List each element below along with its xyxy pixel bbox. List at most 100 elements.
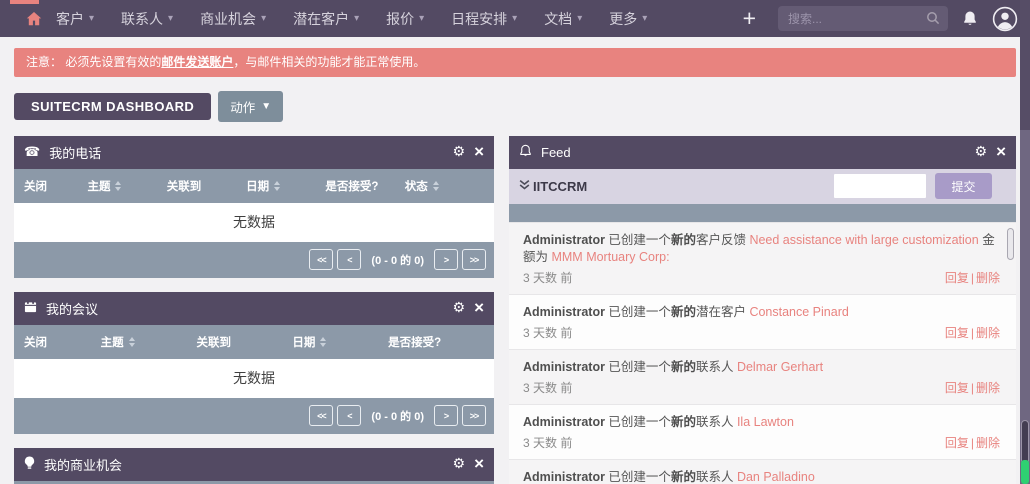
gear-icon[interactable]: ⚙: [453, 145, 466, 159]
notifications-button[interactable]: [962, 10, 978, 27]
column-header-row: 关闭主题关联到日期是否接受?: [14, 325, 494, 359]
feed-entry-meta: 3 天数 前回复|删除: [523, 324, 1000, 341]
feed-entry: Administrator 已创建一个新的联系人 Delmar Gerhart3…: [509, 349, 1016, 404]
feed-record-link[interactable]: Need assistance with large customization: [749, 233, 978, 247]
feed-entry-text: Administrator 已创建一个新的联系人 Ila Lawton: [523, 414, 1000, 431]
pager-prev-button[interactable]: <: [337, 249, 361, 270]
feed-record-link[interactable]: Constance Pinard: [749, 305, 848, 319]
close-icon[interactable]: ×: [996, 143, 1006, 160]
sort-icon[interactable]: [274, 181, 280, 191]
page-scrollbar-thumb[interactable]: [1021, 420, 1029, 464]
feed-action-separator: |: [971, 271, 974, 285]
feed-action-separator: |: [971, 381, 974, 395]
nav-item-calendar[interactable]: 日程安排▾: [451, 9, 517, 29]
pager-prev-button[interactable]: <: [337, 405, 361, 426]
gear-icon[interactable]: ⚙: [453, 301, 466, 315]
feed-reply-link[interactable]: 回复: [945, 381, 969, 395]
pager-first-button[interactable]: <<: [309, 405, 333, 426]
email-settings-link[interactable]: 邮件发送账户: [161, 55, 233, 69]
actions-button[interactable]: 动作 ▼: [218, 91, 283, 122]
bell-icon: [519, 144, 532, 161]
pager-next-button[interactable]: >: [434, 405, 458, 426]
sort-icon[interactable]: [129, 337, 135, 347]
column-header[interactable]: 是否接受?: [388, 334, 484, 350]
sort-icon[interactable]: [115, 181, 121, 191]
feed-group-toggle[interactable]: IITCCRM: [519, 179, 587, 194]
dashboard-title-button[interactable]: SUITECRM DASHBOARD: [14, 93, 211, 120]
nav-item-label: 日程安排: [451, 9, 507, 29]
nav-item-documents[interactable]: 文档▾: [544, 9, 582, 29]
feed-entry: Administrator 已创建一个新的客户反馈 Need assistanc…: [509, 222, 1016, 294]
user-menu-button[interactable]: [992, 6, 1018, 32]
pager-count: (0 - 0 的 0): [371, 408, 424, 424]
column-header[interactable]: 日期: [292, 334, 388, 350]
search-input[interactable]: [778, 6, 948, 31]
column-header[interactable]: 关联到: [197, 334, 293, 350]
search-icon[interactable]: [926, 11, 940, 25]
chevron-down-icon: ▾: [89, 13, 94, 24]
pager-first-button[interactable]: <<: [309, 249, 333, 270]
feed-submit-button[interactable]: 提交: [935, 173, 992, 199]
close-icon[interactable]: ×: [474, 143, 484, 160]
feed-record-link[interactable]: Dan Palladino: [737, 470, 815, 484]
column-header[interactable]: 状态: [405, 178, 484, 194]
feed-record-link[interactable]: Delmar Gerhart: [737, 360, 823, 374]
feed-entry-text: Administrator 已创建一个新的客户反馈 Need assistanc…: [523, 232, 1000, 266]
chevron-down-icon: ▾: [261, 13, 266, 24]
pager-last-button[interactable]: >>: [462, 405, 486, 426]
nav-item-label: 报价: [386, 9, 414, 29]
column-header[interactable]: 日期: [246, 178, 325, 194]
quick-create-button[interactable]: +: [743, 7, 756, 30]
feed-record-link[interactable]: Ila Lawton: [737, 415, 794, 429]
page-scrollbar[interactable]: [1020, 0, 1030, 484]
pager-last-button[interactable]: >>: [462, 249, 486, 270]
close-icon[interactable]: ×: [474, 455, 484, 472]
empty-state-text: 无数据: [14, 359, 494, 398]
nav-item-contacts[interactable]: 联系人▾: [121, 9, 173, 29]
feed-delete-link[interactable]: 删除: [976, 436, 1000, 450]
home-icon: [26, 11, 42, 26]
page-scrollbar-progress: [1021, 460, 1029, 484]
dashboard-header: SUITECRM DASHBOARD 动作 ▼: [0, 77, 1030, 122]
column-header[interactable]: 关闭: [24, 334, 101, 350]
feed-reply-link[interactable]: 回复: [945, 271, 969, 285]
chevron-down-icon: ▼: [261, 101, 271, 112]
feed-delete-link[interactable]: 删除: [976, 326, 1000, 340]
pager-next-button[interactable]: >: [434, 249, 458, 270]
panel-header: ☎ 我的电话 ⚙ ×: [14, 136, 494, 169]
nav-item-more[interactable]: 更多▾: [609, 9, 647, 29]
feed-account-link[interactable]: MMM Mortuary Corp:: [551, 250, 669, 264]
home-button[interactable]: [26, 11, 42, 26]
nav-item-quotes[interactable]: 报价▾: [386, 9, 424, 29]
feed-comment-input[interactable]: [834, 174, 926, 198]
feed-reply-link[interactable]: 回复: [945, 326, 969, 340]
close-icon[interactable]: ×: [474, 299, 484, 316]
feed-entry-actions: 回复|删除: [945, 434, 1000, 451]
feed-entry-meta: 3 天数 前回复|删除: [523, 379, 1000, 396]
panel-title: 我的商业机会: [44, 455, 444, 474]
feed-scrollbar-thumb[interactable]: [1007, 228, 1014, 260]
feed-list: Administrator 已创建一个新的客户反馈 Need assistanc…: [509, 222, 1016, 484]
column-label: 日期: [246, 178, 269, 194]
feed-actor: Administrator: [523, 360, 605, 374]
column-header[interactable]: 是否接受?: [325, 178, 404, 194]
column-header[interactable]: 主题: [87, 178, 166, 194]
nav-item-leads[interactable]: 潜在客户▾: [293, 9, 359, 29]
panel-feed: Feed ⚙ × IITCCRM 提交 Administrato: [509, 136, 1016, 484]
column-header[interactable]: 关闭: [24, 178, 87, 194]
sort-icon[interactable]: [320, 337, 326, 347]
nav-item-accounts[interactable]: 客户▾: [56, 9, 94, 29]
pagination-bar: <<<(0 - 0 的 0)>>>: [14, 242, 494, 278]
nav-item-opportunities[interactable]: 商业机会▾: [200, 9, 266, 29]
panel-my-meetings: 我的会议 ⚙ × 关闭主题关联到日期是否接受? 无数据 <<<(0 - 0 的 …: [14, 292, 494, 434]
column-header[interactable]: 关联到: [167, 178, 246, 194]
gear-icon[interactable]: ⚙: [453, 457, 466, 471]
calendar-icon: [24, 300, 37, 316]
sort-icon[interactable]: [433, 181, 439, 191]
feed-entry-text: Administrator 已创建一个新的联系人 Dan Palladino: [523, 469, 1000, 484]
gear-icon[interactable]: ⚙: [975, 145, 988, 159]
feed-delete-link[interactable]: 删除: [976, 271, 1000, 285]
feed-reply-link[interactable]: 回复: [945, 436, 969, 450]
feed-delete-link[interactable]: 删除: [976, 381, 1000, 395]
column-header[interactable]: 主题: [101, 334, 197, 350]
